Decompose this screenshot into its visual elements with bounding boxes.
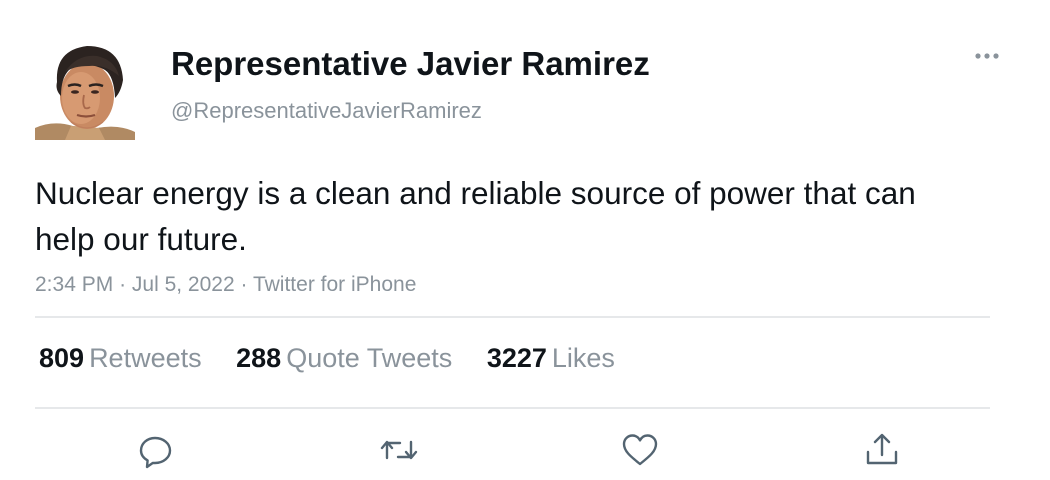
avatar[interactable] — [35, 40, 135, 140]
retweets-label: Retweets — [89, 343, 202, 373]
retweets-count: 809 — [39, 343, 85, 373]
display-name[interactable]: Representative Javier Ramirez — [171, 44, 650, 84]
quote-tweets-label: Quote Tweets — [286, 343, 453, 373]
reply-icon — [139, 436, 172, 469]
heart-icon — [622, 434, 658, 466]
retweet-icon — [380, 440, 418, 460]
tweet-stats: 809 Retweets 288 Quote Tweets 3227 Likes — [39, 340, 642, 376]
avatar-portrait — [35, 40, 135, 140]
likes-stat[interactable]: 3227 Likes — [487, 340, 615, 376]
divider — [35, 407, 990, 409]
quote-tweets-stat[interactable]: 288 Quote Tweets — [236, 340, 452, 376]
like-button[interactable] — [620, 430, 660, 470]
share-icon — [866, 433, 898, 465]
meta-separator: · — [240, 273, 248, 296]
user-handle[interactable]: @RepresentativeJavierRamirez — [171, 97, 482, 125]
divider — [35, 316, 990, 318]
retweet-button[interactable] — [379, 430, 419, 470]
share-button[interactable] — [862, 430, 902, 470]
quote-tweets-count: 288 — [236, 343, 282, 373]
tweet-date[interactable]: Jul 5, 2022 — [132, 273, 235, 296]
likes-label: Likes — [551, 343, 615, 373]
meta-separator: · — [119, 273, 127, 296]
retweets-stat[interactable]: 809 Retweets — [39, 340, 202, 376]
tweet-text: Nuclear energy is a clean and reliable s… — [35, 175, 916, 257]
more-horizontal-icon[interactable] — [970, 44, 1004, 68]
tweet-card: Representative Javier Ramirez @Represent… — [0, 0, 1050, 480]
reply-button[interactable] — [136, 430, 176, 470]
tweet-source[interactable]: Twitter for iPhone — [253, 273, 416, 296]
tweet-meta: 2:34 PM · Jul 5, 2022 · Twitter for iPho… — [35, 271, 416, 299]
likes-count: 3227 — [486, 343, 547, 373]
tweet-time[interactable]: 2:34 PM — [35, 273, 113, 296]
